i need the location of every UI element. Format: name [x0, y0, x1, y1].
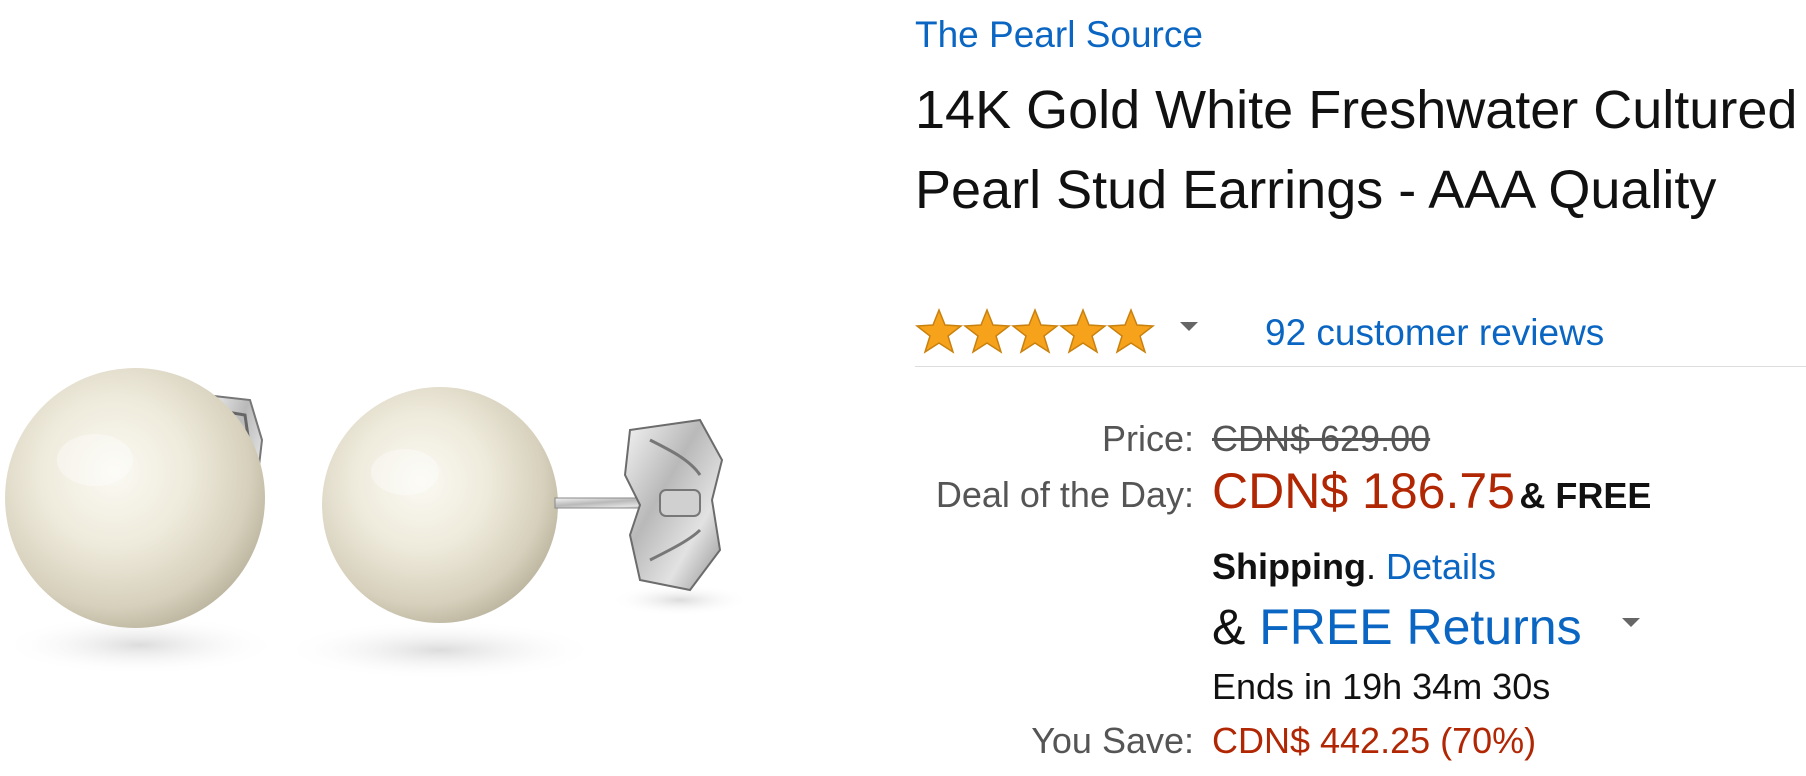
- free-returns-link[interactable]: FREE Returns: [1259, 599, 1581, 655]
- star-icon: [962, 308, 1012, 354]
- shipping-line: Shipping. Details: [1212, 546, 1496, 588]
- star-icon: [1010, 308, 1060, 354]
- chevron-down-icon[interactable]: [1180, 322, 1198, 331]
- deal-countdown: Ends in 19h 34m 30s: [1212, 666, 1551, 707]
- customer-reviews-link[interactable]: 92 customer reviews: [1265, 312, 1604, 354]
- product-title: 14K Gold White Freshwater Cultured Pearl…: [915, 80, 1798, 220]
- star-icon: [1058, 308, 1108, 354]
- list-price: CDN$ 629.00: [1212, 418, 1431, 459]
- shipping-period: .: [1365, 546, 1376, 587]
- you-save-label: You Save:: [1031, 720, 1194, 761]
- returns-ampersand: &: [1212, 599, 1260, 655]
- divider: [915, 366, 1806, 367]
- deal-label: Deal of the Day:: [935, 474, 1194, 515]
- returns-line: & FREE Returns: [1212, 598, 1582, 656]
- you-save-value: CDN$ 442.25 (70%): [1212, 720, 1537, 761]
- price-label: Price:: [1101, 418, 1194, 459]
- shipping-text: Shipping: [1212, 546, 1366, 587]
- star-rating[interactable]: [915, 308, 1155, 356]
- details-link[interactable]: Details: [1386, 546, 1496, 587]
- deal-price: CDN$ 186.75: [1212, 463, 1515, 519]
- brand-link[interactable]: The Pearl Source: [915, 14, 1203, 56]
- star-icon: [1106, 308, 1155, 354]
- deal-price-block: CDN$ 186.75 & FREE: [1212, 462, 1806, 520]
- chevron-down-icon[interactable]: [1622, 618, 1640, 627]
- free-label: & FREE: [1519, 475, 1652, 516]
- rating-row: 92 customer reviews: [915, 306, 1806, 356]
- star-icon: [915, 308, 964, 354]
